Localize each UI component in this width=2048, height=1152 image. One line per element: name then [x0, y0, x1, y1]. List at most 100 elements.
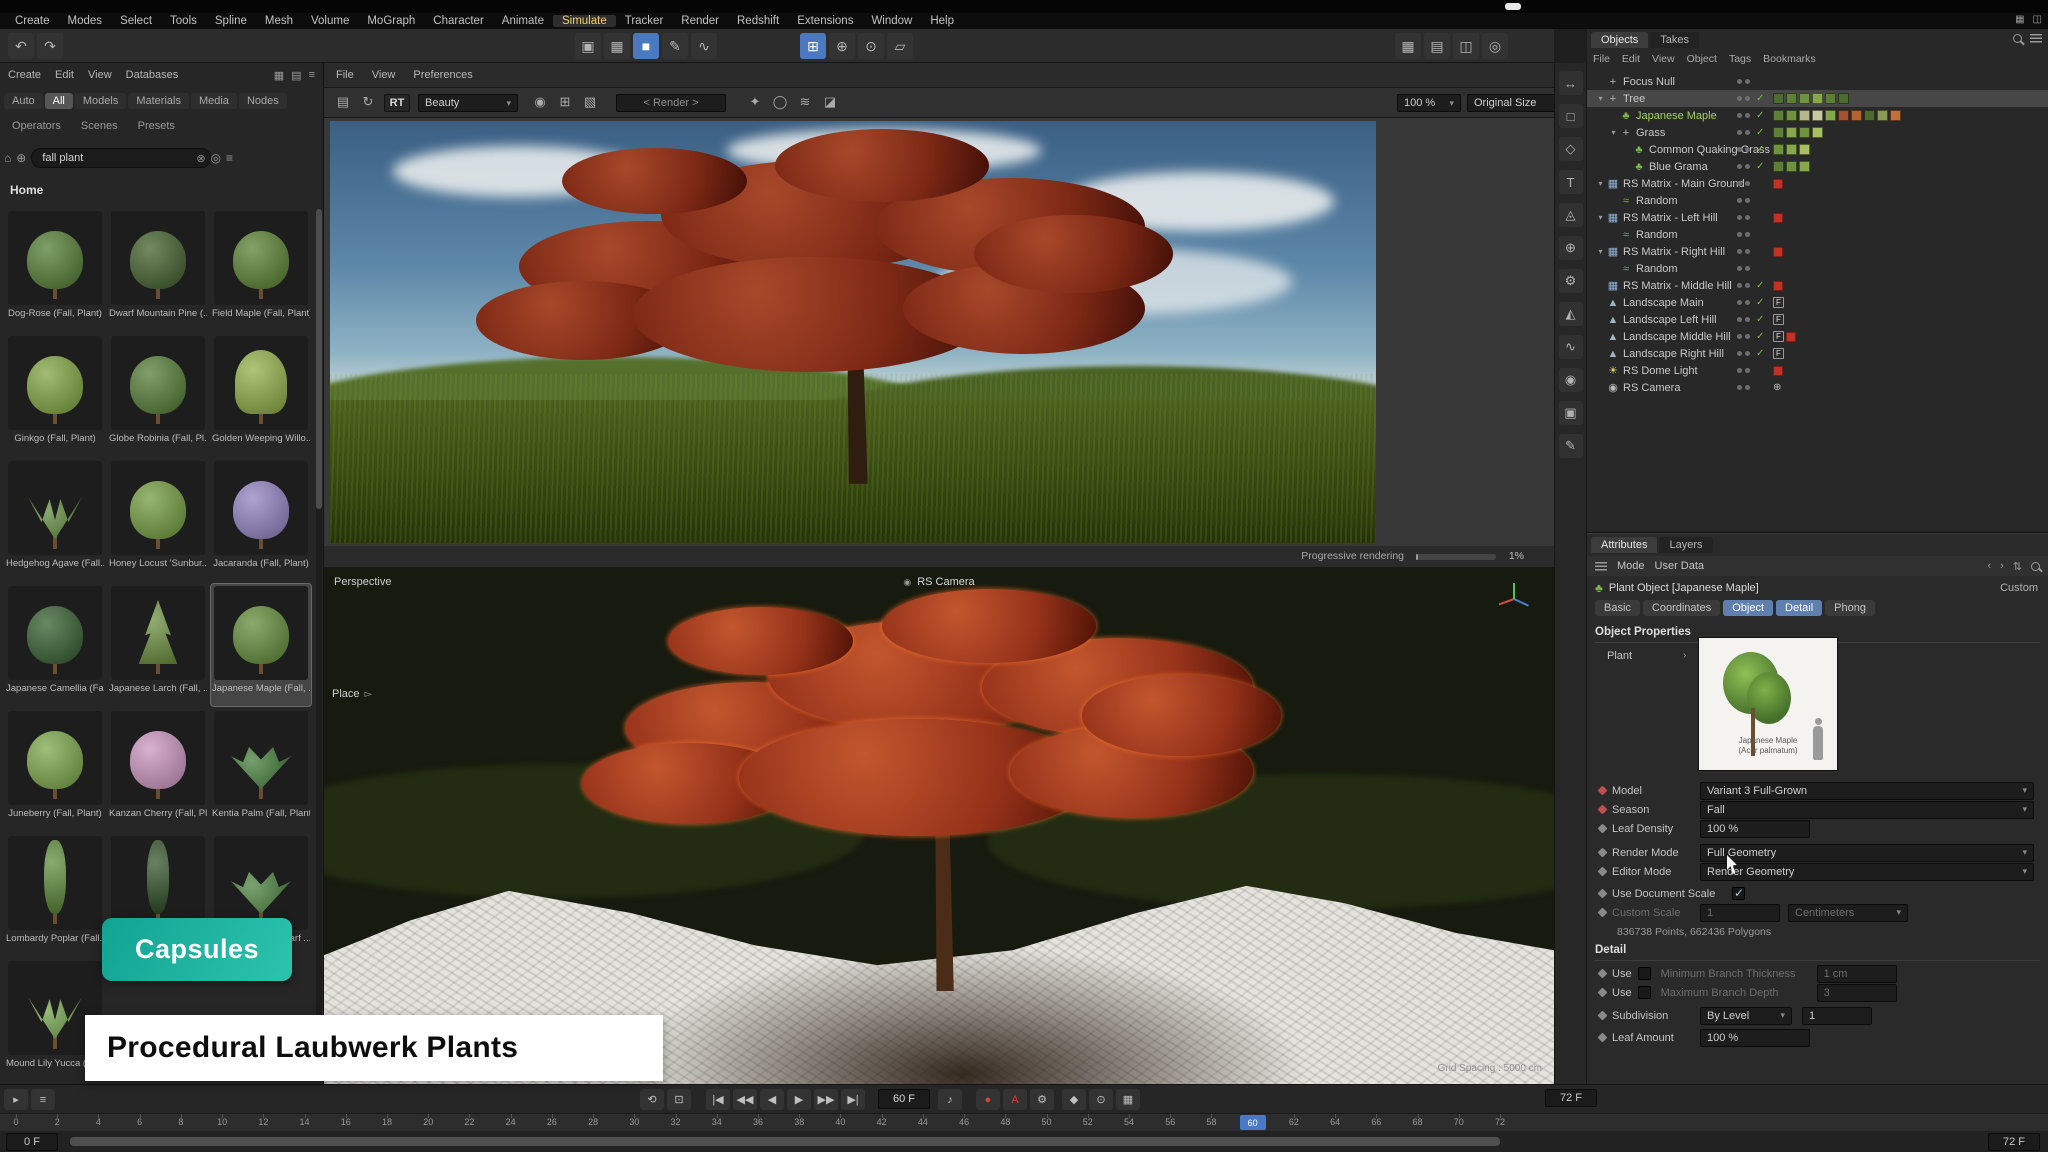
asset-golden-weeping-willo[interactable]: Golden Weeping Willo...: [211, 334, 311, 456]
visibility-dot[interactable]: [1745, 334, 1750, 339]
plant-thumbnail[interactable]: Japanese Maple (Acer palmatum): [1698, 637, 1838, 771]
visibility-dot[interactable]: [1745, 300, 1750, 305]
material-swatch[interactable]: [1773, 110, 1784, 121]
forward-icon[interactable]: ›: [2000, 560, 2004, 572]
material-swatch[interactable]: [1799, 110, 1810, 121]
visibility-dot[interactable]: [1737, 198, 1742, 203]
sphere-icon[interactable]: ◉: [1559, 368, 1583, 392]
enabled-check-icon[interactable]: ✓: [1756, 161, 1764, 172]
visibility-dot[interactable]: [1745, 96, 1750, 101]
material-swatch[interactable]: [1786, 161, 1797, 172]
object-row-blue-grama[interactable]: ♣Blue Grama✓: [1587, 158, 2048, 175]
add-folder-icon[interactable]: ⊕: [16, 151, 26, 165]
param-marker[interactable]: [1598, 889, 1608, 899]
editor-mode-dropdown[interactable]: Render Geometry: [1700, 863, 2034, 881]
home-icon[interactable]: ⌂: [4, 151, 11, 165]
asset-kentia-palm-fall-plant[interactable]: Kentia Palm (Fall, Plant): [211, 709, 311, 831]
search-icon[interactable]: [2013, 34, 2022, 43]
visibility-dot[interactable]: [1745, 181, 1750, 186]
enabled-check-icon[interactable]: ✓: [1756, 144, 1764, 155]
visibility-dot[interactable]: [1745, 198, 1750, 203]
range-start-field[interactable]: 0 F: [6, 1133, 58, 1151]
objects-tab-objects[interactable]: Objects: [1591, 32, 1648, 48]
goto-end-button[interactable]: ▶|: [841, 1089, 865, 1110]
param-marker[interactable]: [1598, 988, 1608, 998]
asset-dwarf-mountain-pine[interactable]: Dwarf Mountain Pine (...: [108, 209, 208, 331]
text-tool-icon[interactable]: T: [1559, 170, 1583, 194]
render-view-icon[interactable]: ▣: [575, 33, 601, 59]
layout-icon[interactable]: ▦: [2015, 14, 2024, 25]
menu-create[interactable]: Create: [6, 15, 59, 27]
asset-field-maple-fall-plant[interactable]: Field Maple (Fall, Plant): [211, 209, 311, 331]
material-swatch[interactable]: [1773, 127, 1784, 138]
material-swatch[interactable]: [1812, 93, 1823, 104]
expand-icon[interactable]: ▾: [1595, 247, 1606, 256]
sub-tab-operators[interactable]: Operators: [4, 118, 69, 134]
target-tag-icon[interactable]: ⊕: [1773, 382, 1781, 393]
visibility-dot[interactable]: [1737, 130, 1742, 135]
object-row-rs-matrix-left-hill[interactable]: ▾▦RS Matrix - Left Hill: [1587, 209, 2048, 226]
object-row-common-quaking-grass[interactable]: ♣Common Quaking Grass✓: [1587, 141, 2048, 158]
panel-icon[interactable]: ◫: [2033, 14, 2042, 25]
objects-menu-edit[interactable]: Edit: [1622, 53, 1640, 65]
asset-ginkgo-fall-plant[interactable]: Ginkgo (Fall, Plant): [5, 334, 105, 456]
material-swatch[interactable]: [1799, 144, 1810, 155]
lasso-icon[interactable]: ◇: [1559, 137, 1583, 161]
current-frame-field[interactable]: 60 F: [878, 1089, 930, 1109]
grid-icon[interactable]: ⊞: [554, 94, 576, 110]
material-swatch[interactable]: [1786, 110, 1797, 121]
visibility-dot[interactable]: [1745, 283, 1750, 288]
redo-icon[interactable]: ↷: [37, 33, 63, 59]
visibility-dot[interactable]: [1737, 96, 1742, 101]
phong-tag-icon[interactable]: F: [1773, 314, 1784, 325]
menu-extensions[interactable]: Extensions: [788, 15, 862, 27]
object-row-landscape-main[interactable]: ▲Landscape Main✓F: [1587, 294, 2048, 311]
enabled-check-icon[interactable]: ✓: [1756, 93, 1764, 104]
material-swatch[interactable]: [1799, 161, 1810, 172]
param-marker[interactable]: [1598, 848, 1608, 858]
object-row-rs-dome-light[interactable]: ☀RS Dome Light: [1587, 362, 2048, 379]
spline-tool-icon[interactable]: ∿: [691, 33, 717, 59]
viewport-label[interactable]: Perspective: [334, 576, 391, 588]
param-marker[interactable]: [1598, 867, 1608, 877]
gear-icon[interactable]: ⚙: [1559, 269, 1583, 293]
expander-icon[interactable]: ›: [1683, 650, 1686, 661]
param-marker[interactable]: [1598, 824, 1608, 834]
visibility-dot[interactable]: [1745, 266, 1750, 271]
material-swatch[interactable]: [1851, 110, 1862, 121]
visibility-dot[interactable]: [1737, 113, 1742, 118]
asset-japanese-maple-fall[interactable]: Japanese Maple (Fall, ...: [211, 584, 311, 706]
visibility-dot[interactable]: [1737, 79, 1742, 84]
autokey-button[interactable]: A: [1003, 1089, 1027, 1110]
object-row-landscape-middle-hill[interactable]: ▲Landscape Middle Hill✓F: [1587, 328, 2048, 345]
objects-menu-object[interactable]: Object: [1687, 53, 1717, 65]
perspective-viewport[interactable]: Perspective ◉ RS Camera Place ▻ Grid Spa…: [324, 568, 1554, 1084]
season-dropdown[interactable]: Fall: [1700, 801, 2034, 819]
filter-tab-auto[interactable]: Auto: [4, 93, 43, 109]
visibility-dot[interactable]: [1745, 368, 1750, 373]
attr-tab-layers[interactable]: Layers: [1659, 537, 1712, 553]
enabled-check-icon[interactable]: ✓: [1756, 280, 1764, 291]
asset-japanese-larch-fall[interactable]: Japanese Larch (Fall, ...: [108, 584, 208, 706]
enabled-check-icon[interactable]: ✓: [1756, 348, 1764, 359]
material-swatch[interactable]: [1773, 144, 1784, 155]
pyramid-icon[interactable]: ◬: [1559, 203, 1583, 227]
redshift-tag-icon[interactable]: [1773, 247, 1783, 257]
visibility-dot[interactable]: [1745, 79, 1750, 84]
leaf-amount-field[interactable]: 100 %: [1700, 1029, 1810, 1047]
asset-jacaranda-fall-plant[interactable]: Jacaranda (Fall, Plant): [211, 459, 311, 581]
object-row-random[interactable]: ≈Random: [1587, 260, 2048, 277]
material-swatch[interactable]: [1799, 93, 1810, 104]
menu-render[interactable]: Render: [672, 15, 728, 27]
back-icon[interactable]: ‹: [1987, 560, 1991, 572]
material-swatch[interactable]: [1864, 110, 1875, 121]
render-dropdown[interactable]: < Render >: [616, 94, 726, 112]
attr-page-phong[interactable]: Phong: [1825, 600, 1875, 616]
menu-spline[interactable]: Spline: [206, 15, 256, 27]
asset-options-icon[interactable]: ≡: [226, 151, 233, 165]
menu-mograph[interactable]: MoGraph: [358, 15, 424, 27]
attr-page-coordinates[interactable]: Coordinates: [1643, 600, 1720, 616]
attr-page-object[interactable]: Object: [1723, 600, 1773, 616]
object-row-focus-null[interactable]: +Focus Null: [1587, 73, 2048, 90]
layout-rows-icon[interactable]: ▤: [1424, 33, 1450, 59]
